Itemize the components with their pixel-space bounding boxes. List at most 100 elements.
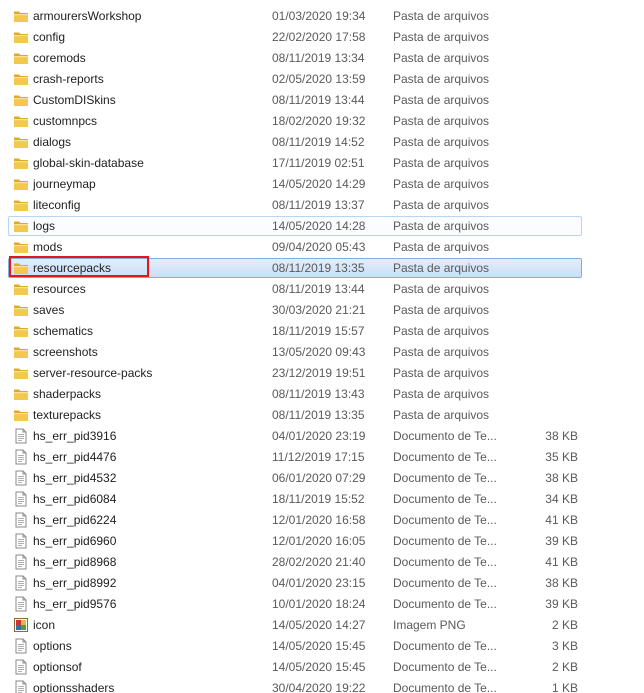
file-modified-date: 08/11/2019 13:43 xyxy=(272,387,365,401)
file-row[interactable]: crash-reports 02/05/2020 13:59 Pasta de ar… xyxy=(8,69,582,89)
file-modified-date: 02/05/2020 13:59 xyxy=(272,72,366,86)
file-row[interactable]: optionsshaders 30/04/2020 19:22 Documento … xyxy=(8,678,582,693)
file-row[interactable]: hs_err_pid6960 12/01/2020 16:05 Documento … xyxy=(8,531,582,551)
folder-icon xyxy=(13,239,29,255)
file-name: crash-reports xyxy=(33,72,104,86)
file-type: Pasta de arquivos xyxy=(393,9,490,23)
file-type: Pasta de arquivos xyxy=(393,408,490,422)
file-row[interactable]: liteconfig 08/11/2019 13:37 Pasta de arqui… xyxy=(8,195,582,215)
file-name: hs_err_pid6084 xyxy=(33,492,117,506)
file-modified-date: 04/01/2020 23:15 xyxy=(272,576,366,590)
file-modified-date: 18/02/2020 19:32 xyxy=(272,114,366,128)
file-name: optionsshaders xyxy=(33,681,115,693)
file-modified-date: 08/11/2019 13:34 xyxy=(272,51,365,65)
file-row[interactable]: coremods 08/11/2019 13:34 Pasta de arquivo… xyxy=(8,48,582,68)
file-modified-date: 09/04/2020 05:43 xyxy=(272,240,366,254)
file-size: 1 KB xyxy=(551,681,578,693)
file-modified-date: 08/11/2019 13:44 xyxy=(272,282,365,296)
file-row[interactable]: options 14/05/2020 15:45 Documento de Te..… xyxy=(8,636,582,656)
folder-icon xyxy=(13,344,29,360)
file-row[interactable]: schematics 18/11/2019 15:57 Pasta de arqui… xyxy=(8,321,582,341)
text-file-icon xyxy=(13,680,29,693)
file-type: Documento de Te... xyxy=(393,555,497,569)
folder-icon xyxy=(13,386,29,402)
file-modified-date: 22/02/2020 17:58 xyxy=(272,30,366,44)
file-row[interactable]: icon 14/05/2020 14:27 Imagem PNG 2 KB xyxy=(8,615,582,635)
file-row[interactable]: armourersWorkshop 01/03/2020 19:34 Pasta d… xyxy=(8,6,582,26)
file-row[interactable]: hs_err_pid8992 04/01/2020 23:15 Documento … xyxy=(8,573,582,593)
file-type: Pasta de arquivos xyxy=(393,51,490,65)
file-row[interactable]: optionsof 14/05/2020 15:45 Documento de Te… xyxy=(8,657,582,677)
file-size: 41 KB xyxy=(545,513,578,527)
folder-icon xyxy=(13,407,29,423)
folder-icon xyxy=(13,92,29,108)
file-type: Documento de Te... xyxy=(393,660,497,674)
file-row[interactable]: customnpcs 18/02/2020 19:32 Pasta de arqui… xyxy=(8,111,582,131)
file-name: hs_err_pid4476 xyxy=(33,450,117,464)
file-modified-date: 10/01/2020 18:24 xyxy=(272,597,366,611)
file-row[interactable]: hs_err_pid4476 11/12/2019 17:15 Documento … xyxy=(8,447,582,467)
file-row[interactable]: saves 30/03/2020 21:21 Pasta de arquivos xyxy=(8,300,582,320)
file-row[interactable]: texturepacks 08/11/2019 13:35 Pasta de arq… xyxy=(8,405,582,425)
file-row[interactable]: resources 08/11/2019 13:44 Pasta de arquiv… xyxy=(8,279,582,299)
folder-icon xyxy=(13,218,29,234)
file-modified-date: 08/11/2019 13:44 xyxy=(272,93,365,107)
file-type: Pasta de arquivos xyxy=(393,156,490,170)
file-modified-date: 14/05/2020 14:29 xyxy=(272,177,366,191)
folder-icon xyxy=(13,8,29,24)
file-name: hs_err_pid9576 xyxy=(33,597,117,611)
text-file-icon xyxy=(13,428,29,444)
file-type: Documento de Te... xyxy=(393,450,497,464)
folder-icon xyxy=(13,71,29,87)
file-name: resources xyxy=(33,282,86,296)
file-type: Documento de Te... xyxy=(393,471,497,485)
file-row[interactable]: hs_err_pid4532 06/01/2020 07:29 Documento … xyxy=(8,468,582,488)
file-type: Pasta de arquivos xyxy=(393,177,490,191)
folder-icon xyxy=(13,113,29,129)
file-row[interactable]: screenshots 13/05/2020 09:43 Pasta de arqu… xyxy=(8,342,582,362)
file-row[interactable]: hs_err_pid8968 28/02/2020 21:40 Documento … xyxy=(8,552,582,572)
file-type: Documento de Te... xyxy=(393,597,497,611)
file-modified-date: 17/11/2019 02:51 xyxy=(272,156,365,170)
file-row[interactable]: shaderpacks 08/11/2019 13:43 Pasta de arqu… xyxy=(8,384,582,404)
file-row[interactable]: hs_err_pid6224 12/01/2020 16:58 Documento … xyxy=(8,510,582,530)
file-row[interactable]: mods 09/04/2020 05:43 Pasta de arquivos xyxy=(8,237,582,257)
file-type: Documento de Te... xyxy=(393,534,497,548)
file-name: hs_err_pid8968 xyxy=(33,555,117,569)
file-modified-date: 18/11/2019 15:57 xyxy=(272,324,365,338)
file-type: Pasta de arquivos xyxy=(393,93,490,107)
file-name: shaderpacks xyxy=(33,387,102,401)
folder-icon xyxy=(13,155,29,171)
file-modified-date: 11/12/2019 17:15 xyxy=(272,450,365,464)
file-modified-date: 14/05/2020 14:27 xyxy=(272,618,366,632)
file-name: hs_err_pid6960 xyxy=(33,534,117,548)
file-type: Pasta de arquivos xyxy=(393,303,490,317)
file-row[interactable]: CustomDISkins 08/11/2019 13:44 Pasta de ar… xyxy=(8,90,582,110)
file-size: 41 KB xyxy=(545,555,578,569)
file-name: liteconfig xyxy=(33,198,81,212)
file-type: Pasta de arquivos xyxy=(393,219,490,233)
file-modified-date: 08/11/2019 13:35 xyxy=(272,261,365,275)
file-row[interactable]: journeymap 14/05/2020 14:29 Pasta de arqui… xyxy=(8,174,582,194)
file-modified-date: 14/05/2020 15:45 xyxy=(272,639,366,653)
file-row[interactable]: config 22/02/2020 17:58 Pasta de arquivos xyxy=(8,27,582,47)
file-row[interactable]: hs_err_pid6084 18/11/2019 15:52 Documento … xyxy=(8,489,582,509)
file-name: dialogs xyxy=(33,135,72,149)
file-type: Pasta de arquivos xyxy=(393,345,490,359)
text-file-icon xyxy=(13,512,29,528)
text-file-icon xyxy=(13,449,29,465)
file-row[interactable]: dialogs 08/11/2019 14:52 Pasta de arquivos xyxy=(8,132,582,152)
text-file-icon xyxy=(13,596,29,612)
file-type: Documento de Te... xyxy=(393,513,497,527)
file-name: screenshots xyxy=(33,345,98,359)
file-row[interactable]: hs_err_pid3916 04/01/2020 23:19 Documento … xyxy=(8,426,582,446)
file-row[interactable]: server-resource-packs 23/12/2019 19:51 Pas… xyxy=(8,363,582,383)
file-row[interactable]: global-skin-database 17/11/2019 02:51 Past… xyxy=(8,153,582,173)
file-size: 39 KB xyxy=(545,597,578,611)
folder-icon xyxy=(13,302,29,318)
file-row[interactable]: logs 14/05/2020 14:28 Pasta de arquivos xyxy=(8,216,582,236)
file-list[interactable]: armourersWorkshop 01/03/2020 19:34 Pasta d… xyxy=(0,0,644,693)
file-row[interactable]: hs_err_pid9576 10/01/2020 18:24 Documento … xyxy=(8,594,582,614)
file-name: customnpcs xyxy=(33,114,98,128)
text-file-icon xyxy=(13,470,29,486)
